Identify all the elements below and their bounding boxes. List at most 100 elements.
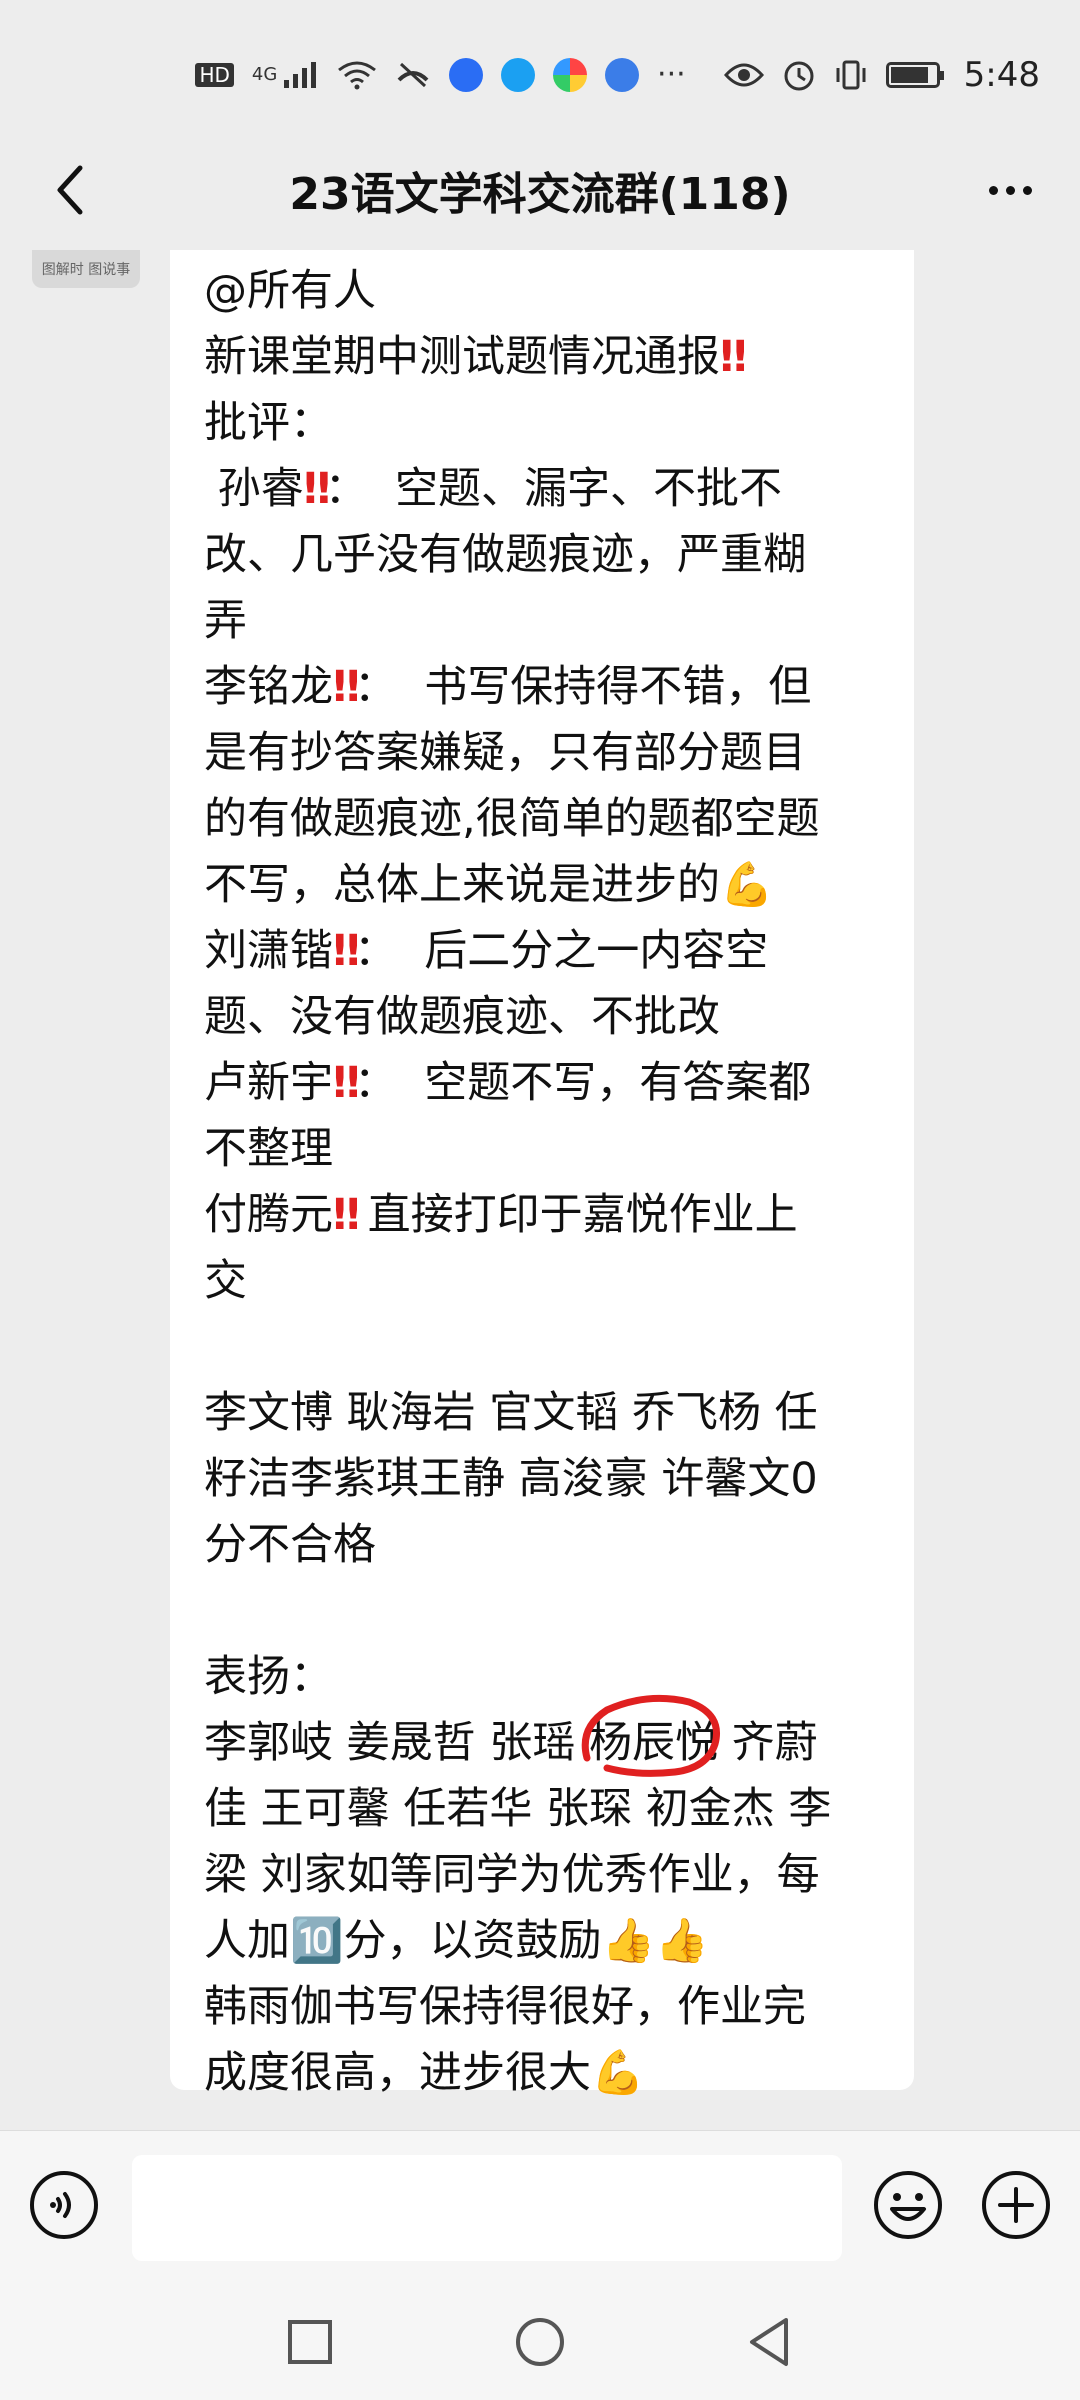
sender-avatar[interactable]: 图解时 图说事 — [32, 250, 140, 288]
message-line: 付腾元‼ 直接打印于嘉悦作业上 — [204, 1182, 880, 1248]
message-text: 不整理 — [204, 1124, 333, 1174]
message-input[interactable] — [132, 2155, 842, 2261]
message-line: 不写，总体上来说是进步的💪 — [204, 852, 880, 918]
back-nav-button[interactable] — [742, 2314, 798, 2370]
message-text: 人加🔟分，以资鼓励👍👍 — [204, 1916, 709, 1966]
message-text: 改、几乎没有做题痕迹，严重糊 — [204, 530, 806, 580]
message-line — [204, 1314, 880, 1380]
message-text: 籽洁李紫琪王静 高浚豪 许馨文0 — [204, 1454, 818, 1504]
double-exclamation-icon: ‼ — [303, 464, 331, 514]
message-text: 卢新宇 — [204, 1058, 333, 1108]
home-button[interactable] — [512, 2314, 568, 2370]
globe-app-icon — [605, 58, 640, 92]
more-functions-button[interactable] — [980, 2169, 1052, 2241]
recent-apps-button[interactable] — [282, 2314, 338, 2370]
hd-icon: HD — [195, 63, 234, 87]
message-line: 表扬： — [204, 1644, 880, 1710]
message-text: 李郭岐 姜晟哲 张瑶 — [204, 1718, 590, 1768]
message-line: 弄 — [204, 588, 880, 654]
more-notifications-icon: ··· — [657, 57, 686, 92]
input-bar — [0, 2130, 1080, 2281]
more-dot-icon — [1022, 185, 1032, 195]
message-text: 批评： — [204, 398, 333, 448]
message-line: 梁 刘家如等同学为优秀作业，每 — [204, 1842, 880, 1908]
network-label: 4G — [251, 64, 278, 85]
chat-header: 23语文学科交流群(118) — [0, 130, 1080, 250]
message-text: 李铭龙 — [204, 662, 333, 712]
message-line: 成度很高，进步很大💪 — [204, 2040, 880, 2106]
message-text: 是有抄答案嫌疑，只有部分题目 — [204, 728, 806, 778]
message-text: 齐蔚 — [718, 1718, 818, 1768]
message-line: 新课堂期中测试题情况通报‼ — [204, 324, 880, 390]
message-text: ： 空题、漏字、不批不 — [324, 464, 782, 514]
message-line: 李铭龙‼： 书写保持得不错，但 — [204, 654, 880, 720]
alarm-icon — [784, 61, 814, 91]
baidu-app-icon — [449, 58, 484, 92]
message-text: 韩雨伽书写保持得很好，作业完 — [204, 1982, 806, 2032]
message-text: 梁 刘家如等同学为优秀作业，每 — [204, 1850, 820, 1900]
message-line: 的有做题痕迹,很简单的题都空题 — [204, 786, 880, 852]
double-exclamation-icon: ‼ — [333, 926, 360, 976]
message-text: 付腾元 — [204, 1190, 333, 1240]
message-line — [204, 1578, 880, 1644]
message-text: 佳 王可馨 任若华 张琛 初金杰 李 — [204, 1784, 832, 1834]
message-line: 李郭岐 姜晟哲 张瑶 杨辰悦 齐蔚 — [204, 1694, 880, 1777]
more-dot-icon — [988, 185, 998, 195]
message-line: 孙睿‼： 空题、漏字、不批不 — [204, 456, 880, 522]
status-bar: HD 4G ··· 5:48 — [0, 0, 1080, 150]
message-line: 刘潇锴‼： 后二分之一内容空 — [204, 918, 880, 984]
message-line: 不整理 — [204, 1116, 880, 1182]
wifi-icon — [338, 61, 376, 90]
vibrate-icon — [836, 60, 866, 90]
message-text: 交 — [204, 1256, 247, 1306]
message-text: 李文博 耿海岩 官文韬 乔飞杨 任 — [204, 1388, 818, 1438]
message-line: 佳 王可馨 任若华 张琛 初金杰 李 — [204, 1776, 880, 1842]
message-bubble[interactable]: @所有人 新课堂期中测试题情况通报‼ 批评： 孙睿‼： 空题、漏字、不批不 改、几乎没… — [170, 250, 914, 2098]
message-text: 新课堂期中测试题情况通报 — [204, 332, 720, 382]
colorful-app-icon — [553, 58, 588, 92]
avatar-caption: 图解时 图说事 — [41, 262, 131, 278]
signal-4g-icon: 4G — [252, 62, 319, 88]
message-text: ： 空题不写，有答案都 — [353, 1058, 812, 1108]
chat-title: 23语文学科交流群(118) — [289, 169, 791, 220]
message-line: 是有抄答案嫌疑，只有部分题目 — [204, 720, 880, 786]
double-exclamation-icon: ‼ — [333, 1190, 360, 1240]
message-line: 籽洁李紫琪王静 高浚豪 许馨文0 — [204, 1446, 880, 1512]
message-text: 刘潇锴 — [204, 926, 333, 976]
message-text: 孙睿 — [204, 464, 304, 514]
double-exclamation-icon: ‼ — [720, 332, 747, 382]
message-text: 的有做题痕迹,很简单的题都空题 — [204, 794, 820, 844]
message-text: ： 后二分之一内容空 — [353, 926, 769, 976]
emoji-button[interactable] — [872, 2169, 944, 2241]
message-text: @所有人 — [204, 266, 376, 316]
message-line: @所有人 — [204, 258, 880, 324]
back-button[interactable] — [30, 150, 110, 230]
clock: 5:48 — [963, 55, 1040, 95]
voice-input-button[interactable] — [28, 2169, 100, 2241]
message-line: 分不合格 — [204, 1512, 880, 1578]
message-line: 韩雨伽书写保持得很好，作业完 — [204, 1974, 880, 2040]
message-text: 表扬： — [204, 1652, 333, 1702]
call-muted-icon — [397, 62, 429, 88]
signal-bars — [284, 62, 317, 88]
double-exclamation-icon: ‼ — [333, 1058, 360, 1108]
chat-message-list[interactable]: 图解时 图说事 @所有人 新课堂期中测试题情况通报‼ 批评： 孙睿‼： 空题、漏字、… — [0, 250, 1080, 2130]
eye-icon — [723, 63, 764, 87]
message-line: 卢新宇‼： 空题不写，有答案都 — [204, 1050, 880, 1116]
message-line: 改、几乎没有做题痕迹，严重糊 — [204, 522, 880, 588]
browser-app-icon — [501, 58, 536, 92]
status-icons: HD 4G ··· — [195, 57, 944, 92]
message-text: 成度很高，进步很大💪 — [204, 2048, 645, 2098]
message-text: 题、没有做题痕迹、不批改 — [204, 992, 720, 1042]
system-navigation-bar — [0, 2280, 1080, 2400]
message-text: 弄 — [204, 596, 247, 646]
chevron-left-icon — [57, 165, 83, 215]
circled-name: 杨辰悦 — [581, 1694, 720, 1777]
more-dot-icon — [1005, 185, 1015, 195]
message-line: 人加🔟分，以资鼓励👍👍 — [204, 1908, 880, 1974]
message-line: 题、没有做题痕迹、不批改 — [204, 984, 880, 1050]
more-options-button[interactable] — [970, 150, 1050, 230]
message-line: 批评： — [204, 390, 880, 456]
message-line: 交 — [204, 1248, 880, 1314]
message-text: 分不合格 — [204, 1520, 376, 1570]
